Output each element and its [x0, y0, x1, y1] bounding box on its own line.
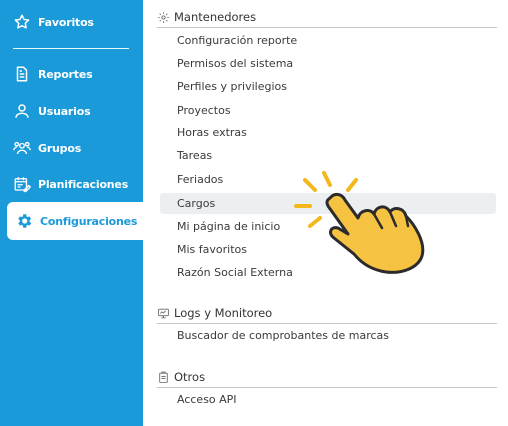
sidebar-item-label: Configuraciones	[40, 214, 138, 228]
menu-item-tareas[interactable]: Tareas	[160, 145, 496, 166]
calendar-edit-icon	[12, 174, 32, 194]
sidebar-item-usuarios[interactable]: Usuarios	[0, 93, 143, 129]
menu-item-proyectos[interactable]: Proyectos	[160, 100, 496, 121]
sidebar-item-favoritos[interactable]: Favoritos	[0, 4, 143, 40]
monitor-icon	[157, 306, 171, 320]
gear-icon	[14, 211, 34, 231]
section-header-logs: Logs y Monitoreo	[157, 303, 497, 324]
section-title: Otros	[174, 370, 206, 384]
menu-item-acceso-api[interactable]: Acceso API	[160, 389, 496, 410]
sidebar-item-configuraciones[interactable]: Configuraciones	[7, 202, 143, 240]
sidebar-item-reportes[interactable]: Reportes	[0, 56, 143, 92]
sidebar-item-label: Reportes	[38, 67, 93, 81]
sidebar-item-grupos[interactable]: Grupos	[0, 130, 143, 166]
menu-item-perfiles-privilegios[interactable]: Perfiles y privilegios	[160, 76, 496, 97]
sidebar-divider	[13, 48, 129, 49]
gear-outline-icon	[157, 10, 171, 24]
star-icon	[12, 12, 32, 32]
document-icon	[12, 64, 32, 84]
menu-item-permisos-sistema[interactable]: Permisos del sistema	[160, 53, 496, 74]
menu-item-buscador-comprobantes[interactable]: Buscador de comprobantes de marcas	[160, 325, 496, 346]
section-title: Mantenedores	[174, 10, 257, 24]
clipboard-icon	[157, 370, 171, 384]
section-header-otros: Otros	[157, 367, 497, 388]
user-icon	[12, 101, 32, 121]
sidebar-item-label: Planificaciones	[38, 177, 129, 191]
sidebar-item-label: Favoritos	[38, 15, 94, 29]
sidebar-item-label: Grupos	[38, 141, 82, 155]
sidebar-item-label: Usuarios	[38, 104, 91, 118]
menu-item-horas-extras[interactable]: Horas extras	[160, 122, 496, 143]
menu-item-configuracion-reporte[interactable]: Configuración reporte	[160, 30, 496, 51]
sidebar: Favoritos Reportes Usuarios Grupos Plani…	[0, 0, 143, 426]
section-header-mantenedores: Mantenedores	[157, 7, 497, 28]
group-icon	[12, 138, 32, 158]
section-title: Logs y Monitoreo	[174, 306, 273, 320]
sidebar-item-planificaciones[interactable]: Planificaciones	[0, 166, 143, 202]
pointing-hand-icon	[294, 171, 425, 274]
